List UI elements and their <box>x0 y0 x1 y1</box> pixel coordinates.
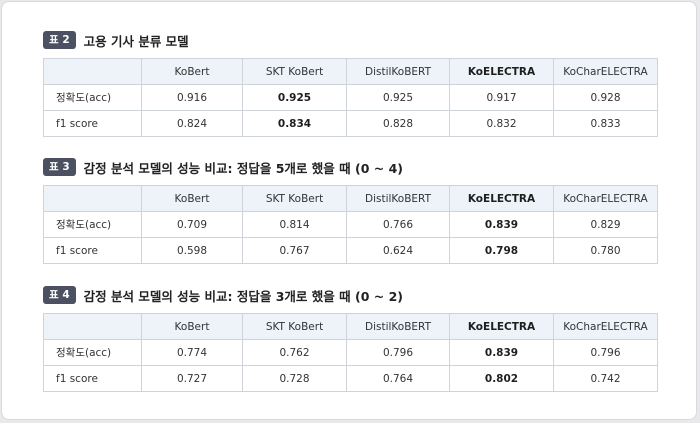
header-cell: SKT KoBert <box>242 58 347 85</box>
header-cell: KoCharELECTRA <box>553 185 658 212</box>
value-cell: 0.796 <box>553 339 658 366</box>
header-cell: KoELECTRA <box>449 185 554 212</box>
value-cell: 0.796 <box>346 339 450 366</box>
header-cell: KoELECTRA <box>449 313 554 340</box>
value-cell: 0.824 <box>141 110 243 137</box>
row-label: f1 score <box>43 365 142 392</box>
table-header-row: KoBert SKT KoBert DistilKoBERT KoELECTRA… <box>43 185 658 212</box>
header-corner-cell <box>43 58 142 85</box>
results-table: KoBert SKT KoBert DistilKoBERT KoELECTRA… <box>43 58 658 137</box>
header-corner-cell <box>43 185 142 212</box>
table-header-row: KoBert SKT KoBert DistilKoBERT KoELECTRA… <box>43 58 658 85</box>
header-cell: SKT KoBert <box>242 185 347 212</box>
value-cell: 0.839 <box>449 339 554 366</box>
value-cell: 0.828 <box>346 110 450 137</box>
row-label: f1 score <box>43 237 142 264</box>
table-caption: 표 2 고용 기사 분류 모델 <box>43 30 657 50</box>
row-label: 정확도(acc) <box>43 84 142 111</box>
value-cell: 0.709 <box>141 211 243 238</box>
value-cell: 0.814 <box>242 211 347 238</box>
value-cell: 0.925 <box>242 84 347 111</box>
value-cell: 0.624 <box>346 237 450 264</box>
table-title: 감정 분석 모델의 성능 비교: 정답을 3개로 했을 때 (0 ~ 2) <box>83 288 403 304</box>
table-section-3: 표 3 감정 분석 모델의 성능 비교: 정답을 5개로 했을 때 (0 ~ 4… <box>43 157 658 264</box>
value-cell: 0.832 <box>449 110 554 137</box>
table-row: 정확도(acc) 0.709 0.814 0.766 0.839 0.829 <box>43 211 658 238</box>
value-cell: 0.728 <box>242 365 347 392</box>
table-section-4: 표 4 감정 분석 모델의 성능 비교: 정답을 3개로 했을 때 (0 ~ 2… <box>43 285 658 392</box>
value-cell: 0.829 <box>553 211 658 238</box>
value-cell: 0.762 <box>242 339 347 366</box>
value-cell: 0.764 <box>346 365 450 392</box>
header-cell: DistilKoBERT <box>346 58 450 85</box>
table-row: f1 score 0.727 0.728 0.764 0.802 0.742 <box>43 365 658 392</box>
table-row: 정확도(acc) 0.916 0.925 0.925 0.917 0.928 <box>43 84 658 111</box>
table-row: f1 score 0.598 0.767 0.624 0.798 0.780 <box>43 237 658 264</box>
header-cell: KoELECTRA <box>449 58 554 85</box>
value-cell: 0.774 <box>141 339 243 366</box>
row-label: f1 score <box>43 110 142 137</box>
table-row: f1 score 0.824 0.834 0.828 0.832 0.833 <box>43 110 658 137</box>
header-cell: KoBert <box>141 313 243 340</box>
table-caption: 표 3 감정 분석 모델의 성능 비교: 정답을 5개로 했을 때 (0 ~ 4… <box>43 157 657 177</box>
value-cell: 0.839 <box>449 211 554 238</box>
value-cell: 0.834 <box>242 110 347 137</box>
header-corner-cell <box>43 313 142 340</box>
table-caption: 표 4 감정 분석 모델의 성능 비교: 정답을 3개로 했을 때 (0 ~ 2… <box>43 285 657 305</box>
value-cell: 0.742 <box>553 365 658 392</box>
table-header-row: KoBert SKT KoBert DistilKoBERT KoELECTRA… <box>43 313 658 340</box>
value-cell: 0.598 <box>141 237 243 264</box>
value-cell: 0.928 <box>553 84 658 111</box>
table-row: 정확도(acc) 0.774 0.762 0.796 0.839 0.796 <box>43 339 658 366</box>
table-number-badge: 표 4 <box>43 286 76 304</box>
value-cell: 0.917 <box>449 84 554 111</box>
content-card: 표 2 고용 기사 분류 모델 KoBert SKT KoBert Distil… <box>1 1 697 420</box>
table-number-badge: 표 3 <box>43 158 76 176</box>
value-cell: 0.780 <box>553 237 658 264</box>
value-cell: 0.766 <box>346 211 450 238</box>
table-section-2: 표 2 고용 기사 분류 모델 KoBert SKT KoBert Distil… <box>43 30 658 137</box>
value-cell: 0.925 <box>346 84 450 111</box>
header-cell: SKT KoBert <box>242 313 347 340</box>
row-label: 정확도(acc) <box>43 211 142 238</box>
value-cell: 0.916 <box>141 84 243 111</box>
table-title: 고용 기사 분류 모델 <box>83 33 189 49</box>
results-table: KoBert SKT KoBert DistilKoBERT KoELECTRA… <box>43 185 658 264</box>
header-cell: KoBert <box>141 58 243 85</box>
header-cell: DistilKoBERT <box>346 313 450 340</box>
header-cell: DistilKoBERT <box>346 185 450 212</box>
row-label: 정확도(acc) <box>43 339 142 366</box>
value-cell: 0.727 <box>141 365 243 392</box>
header-cell: KoCharELECTRA <box>553 313 658 340</box>
results-table: KoBert SKT KoBert DistilKoBERT KoELECTRA… <box>43 313 658 392</box>
table-number-badge: 표 2 <box>43 31 76 49</box>
value-cell: 0.767 <box>242 237 347 264</box>
table-title: 감정 분석 모델의 성능 비교: 정답을 5개로 했을 때 (0 ~ 4) <box>83 160 403 176</box>
value-cell: 0.802 <box>449 365 554 392</box>
header-cell: KoCharELECTRA <box>553 58 658 85</box>
value-cell: 0.833 <box>553 110 658 137</box>
value-cell: 0.798 <box>449 237 554 264</box>
header-cell: KoBert <box>141 185 243 212</box>
